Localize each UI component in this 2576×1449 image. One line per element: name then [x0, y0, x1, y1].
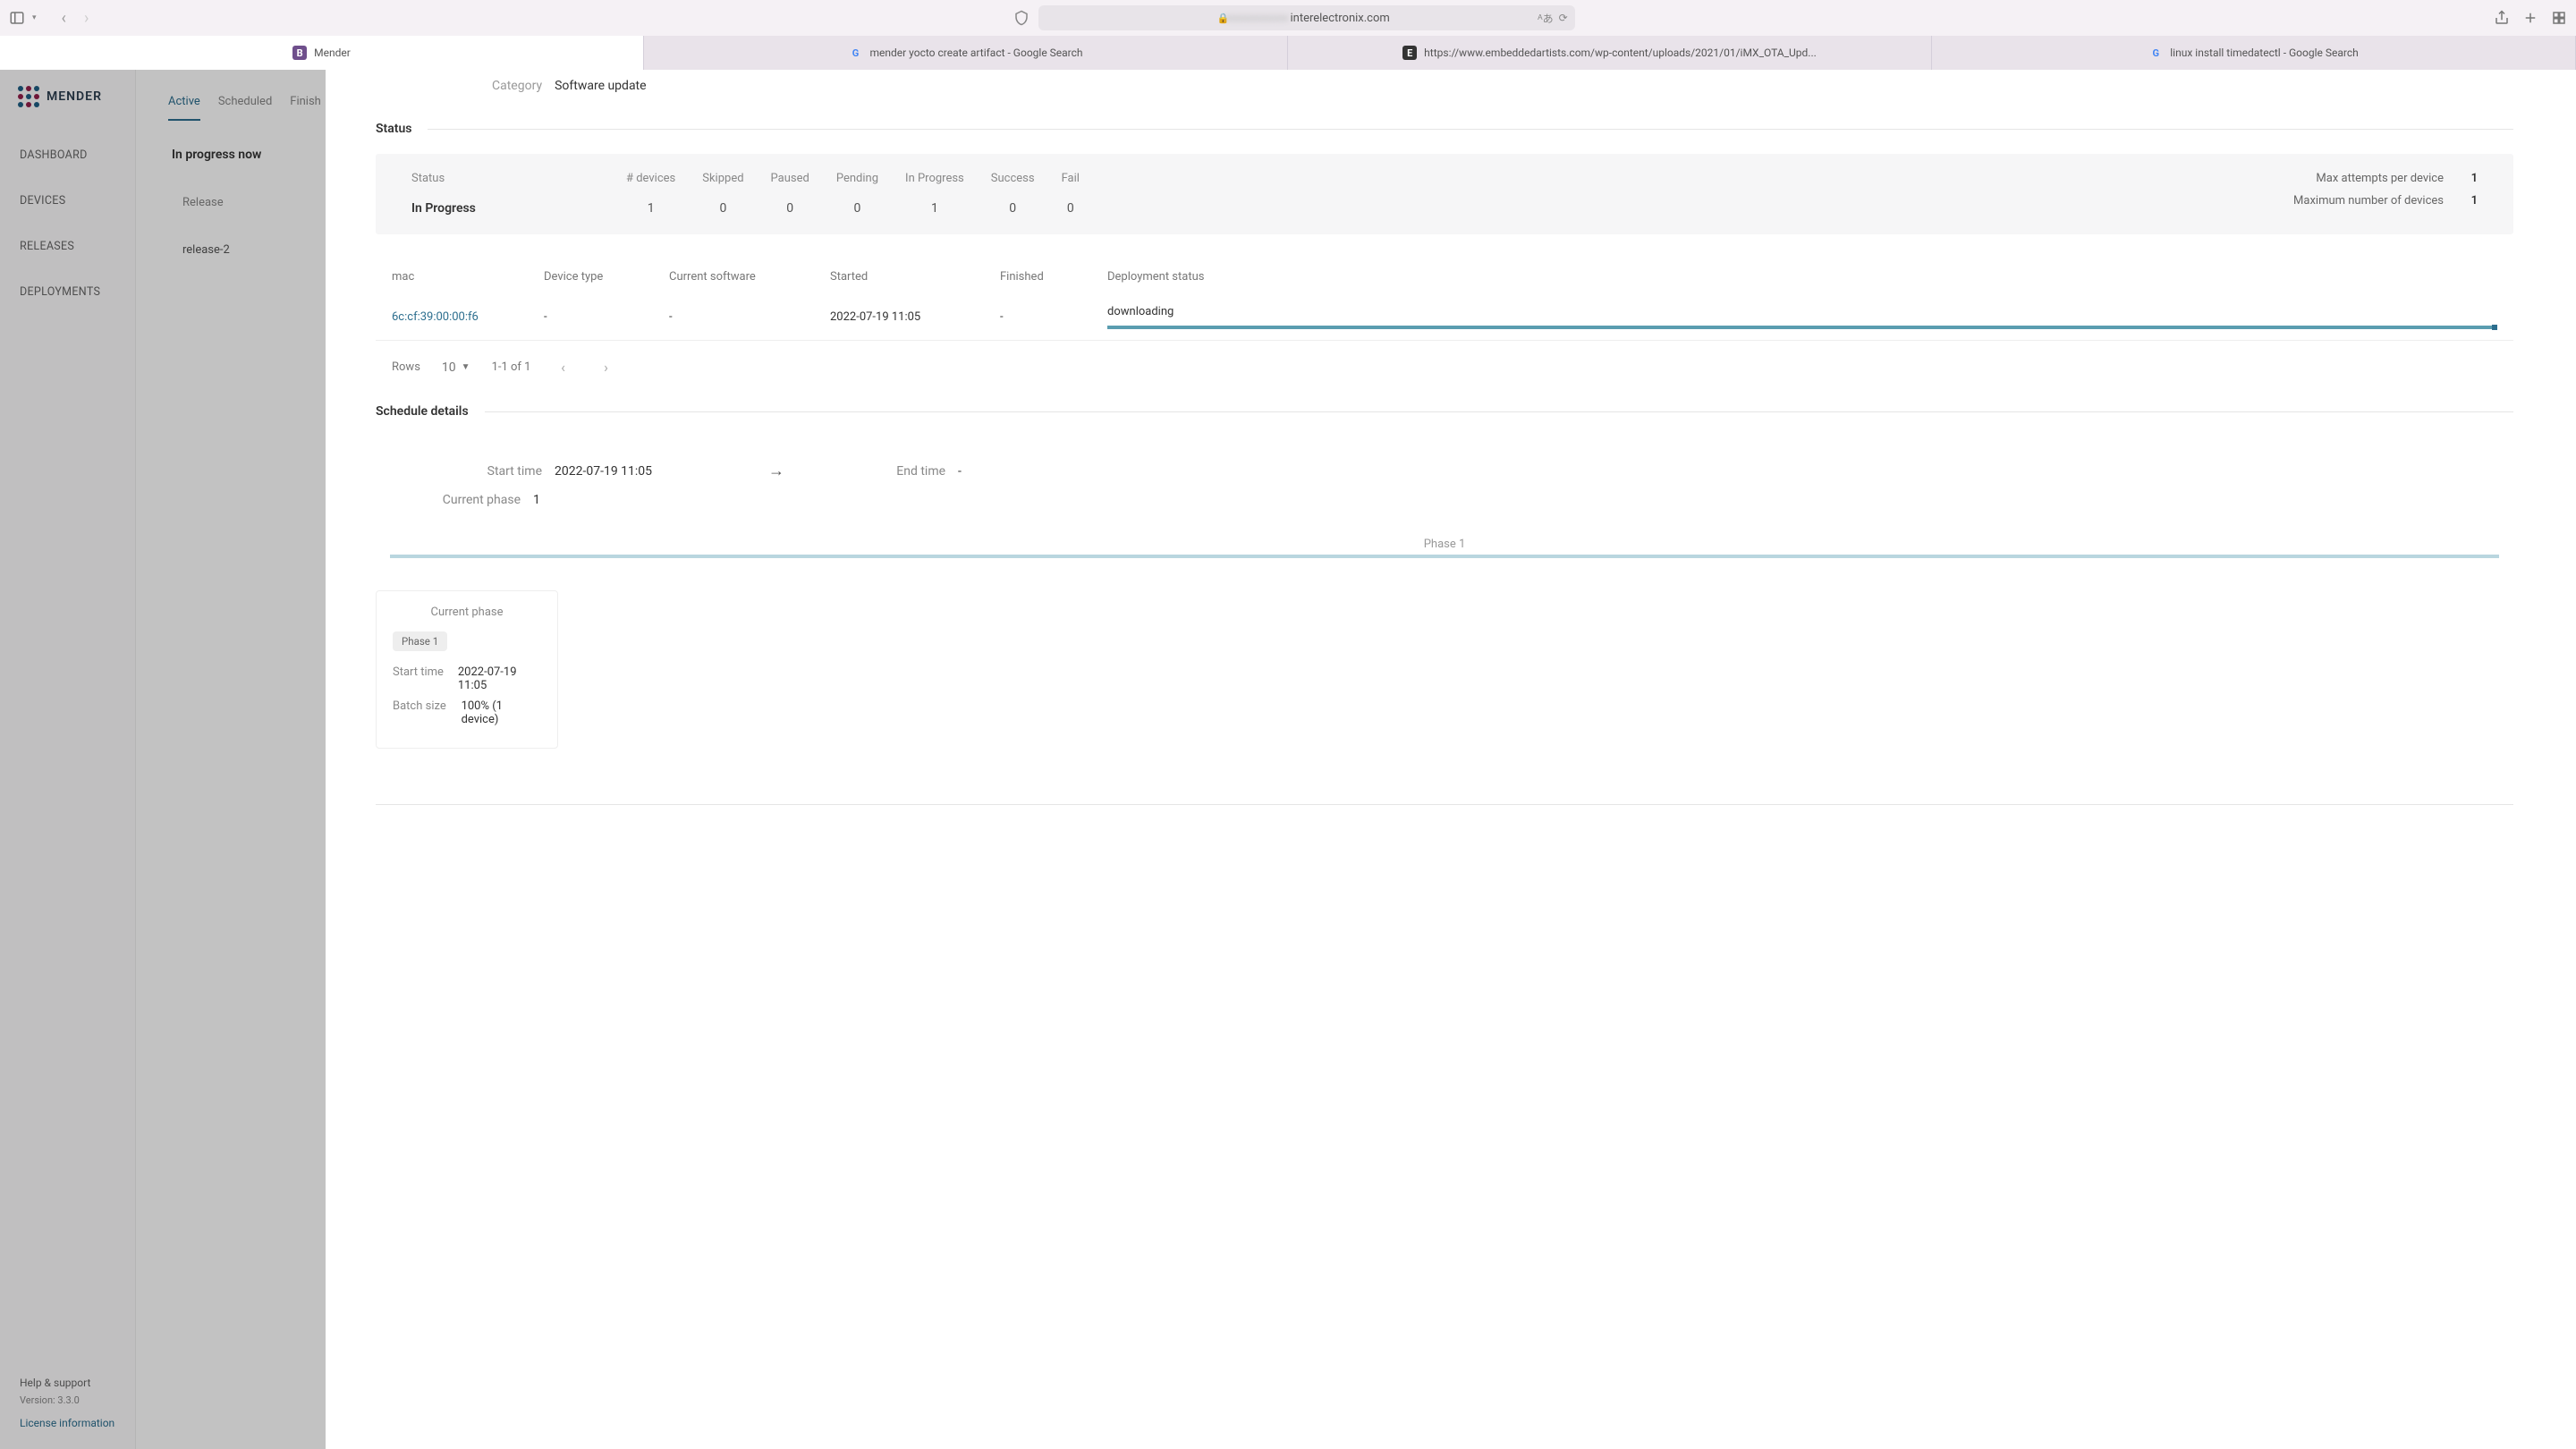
device-table: mac Device type Current software Started… [376, 259, 2513, 341]
col-paused: Paused [771, 172, 809, 185]
val-devices: 1 [626, 201, 675, 216]
favicon-e: E [1402, 46, 1417, 60]
schedule-section-header: Schedule details [376, 404, 2513, 419]
phase-card-title: Current phase [393, 606, 541, 619]
col-fail: Fail [1062, 172, 1080, 185]
arrow-right-icon: → [768, 462, 784, 480]
phase-progress-bar [390, 555, 2499, 558]
tab-google-1[interactable]: Gmender yocto create artifact - Google S… [644, 36, 1288, 70]
max-attempts-label: Max attempts per device [2316, 172, 2444, 185]
tab-label: https://www.embeddedartists.com/wp-conte… [1424, 47, 1817, 59]
val-pending: 0 [836, 201, 878, 216]
max-attempts-value: 1 [2460, 172, 2478, 185]
phase-card: Current phase Phase 1 Start time 2022-07-… [376, 590, 558, 749]
browser-toolbar: ▾ ‹ › 🔒 xxxxxxxxxxx interelectronix.com … [0, 0, 2576, 36]
chevron-down-icon[interactable]: ▾ [32, 13, 37, 22]
translate-icon[interactable]: ᴬあ [1538, 11, 1553, 26]
rows-label: Rows [392, 360, 420, 374]
tab-label: linux install timedatectl - Google Searc… [2170, 47, 2358, 59]
start-time-label: Start time [462, 464, 542, 479]
th-finished: Finished [1000, 270, 1098, 284]
current-phase-value: 1 [533, 493, 540, 507]
col-success: Success [991, 172, 1035, 185]
url-domain: interelectronix.com [1290, 12, 1389, 25]
category-value: Software update [555, 79, 646, 93]
cell-finished: - [1000, 310, 1098, 324]
tab-google-2[interactable]: Glinux install timedatectl - Google Sear… [1932, 36, 2576, 70]
back-button[interactable]: ‹ [56, 9, 72, 28]
end-time-value: - [958, 464, 962, 479]
max-devices-value: 1 [2460, 194, 2478, 208]
cell-status: downloading [1107, 305, 2497, 318]
th-mac: mac [392, 270, 535, 284]
th-started: Started [830, 270, 991, 284]
pc-batch-value: 100% (1 device) [462, 699, 541, 726]
pc-start-value: 2022-07-19 11:05 [458, 665, 541, 692]
reload-icon[interactable]: ⟳ [1559, 12, 1568, 24]
category-label: Category [492, 79, 542, 93]
phase-header: Phase 1 [376, 538, 2513, 551]
url-bar[interactable]: 🔒 xxxxxxxxxxx interelectronix.com ᴬあ ⟳ [1038, 5, 1575, 30]
favicon-b: B [292, 46, 307, 60]
th-cursw: Current software [669, 270, 821, 284]
max-devices-label: Maximum number of devices [2293, 194, 2444, 208]
bottom-divider [376, 804, 2513, 805]
sidebar-icon[interactable] [9, 10, 25, 26]
share-icon[interactable] [2494, 10, 2510, 26]
progress-bar [1107, 326, 2497, 329]
val-fail: 0 [1062, 201, 1080, 216]
cell-mac[interactable]: 6c:cf:39:00:00:f6 [392, 310, 535, 324]
phase-badge: Phase 1 [393, 631, 447, 651]
col-skipped: Skipped [702, 172, 743, 185]
new-tab-icon[interactable] [2522, 10, 2538, 26]
cell-cursw: - [669, 310, 821, 324]
shield-icon[interactable] [1013, 10, 1030, 26]
table-row[interactable]: 6c:cf:39:00:00:f6 - - 2022-07-19 11:05 -… [376, 294, 2513, 341]
status-summary: Status In Progress # devices 1 Skipped 0 P… [376, 154, 2513, 234]
status-section-header: Status [376, 122, 2513, 136]
tab-strip: B Mender Gmender yocto create artifact - … [0, 36, 2576, 70]
tabs-icon[interactable] [2551, 10, 2567, 26]
val-skipped: 0 [702, 201, 743, 216]
tab-label: mender yocto create artifact - Google Se… [869, 47, 1082, 59]
col-devices: # devices [626, 172, 675, 185]
val-inprogress: 1 [905, 201, 964, 216]
favicon-g: G [2148, 46, 2163, 60]
favicon-g: G [848, 46, 862, 60]
rows-select[interactable]: 10▼ [442, 360, 470, 375]
current-phase-label: Current phase [440, 493, 521, 507]
status-value: In Progress [411, 201, 590, 216]
page-range: 1-1 of 1 [492, 360, 531, 374]
end-time-label: End time [865, 464, 945, 479]
pc-batch-label: Batch size [393, 699, 449, 726]
modal-scrim[interactable] [0, 70, 326, 1449]
deployment-detail-sheet: Category Software update Status Status I… [326, 70, 2576, 1449]
tab-embedded[interactable]: Ehttps://www.embeddedartists.com/wp-cont… [1288, 36, 1932, 70]
forward-button[interactable]: › [79, 9, 94, 28]
th-devtype: Device type [544, 270, 660, 284]
pc-start-label: Start time [393, 665, 445, 692]
val-success: 0 [991, 201, 1035, 216]
val-paused: 0 [771, 201, 809, 216]
page-prev[interactable]: ‹ [552, 359, 573, 376]
tab-mender[interactable]: B Mender [0, 36, 644, 70]
cell-devtype: - [544, 310, 660, 324]
cell-started: 2022-07-19 11:05 [830, 310, 991, 324]
url-blur: xxxxxxxxxxx [1225, 12, 1289, 25]
page-next[interactable]: › [595, 359, 616, 376]
col-inprogress: In Progress [905, 172, 964, 185]
start-time-value: 2022-07-19 11:05 [555, 464, 652, 479]
tab-label: Mender [314, 47, 351, 59]
pagination: Rows 10▼ 1-1 of 1 ‹ › [376, 341, 2513, 394]
th-depstatus: Deployment status [1107, 270, 2497, 284]
col-pending: Pending [836, 172, 878, 185]
status-label: Status [411, 172, 590, 185]
